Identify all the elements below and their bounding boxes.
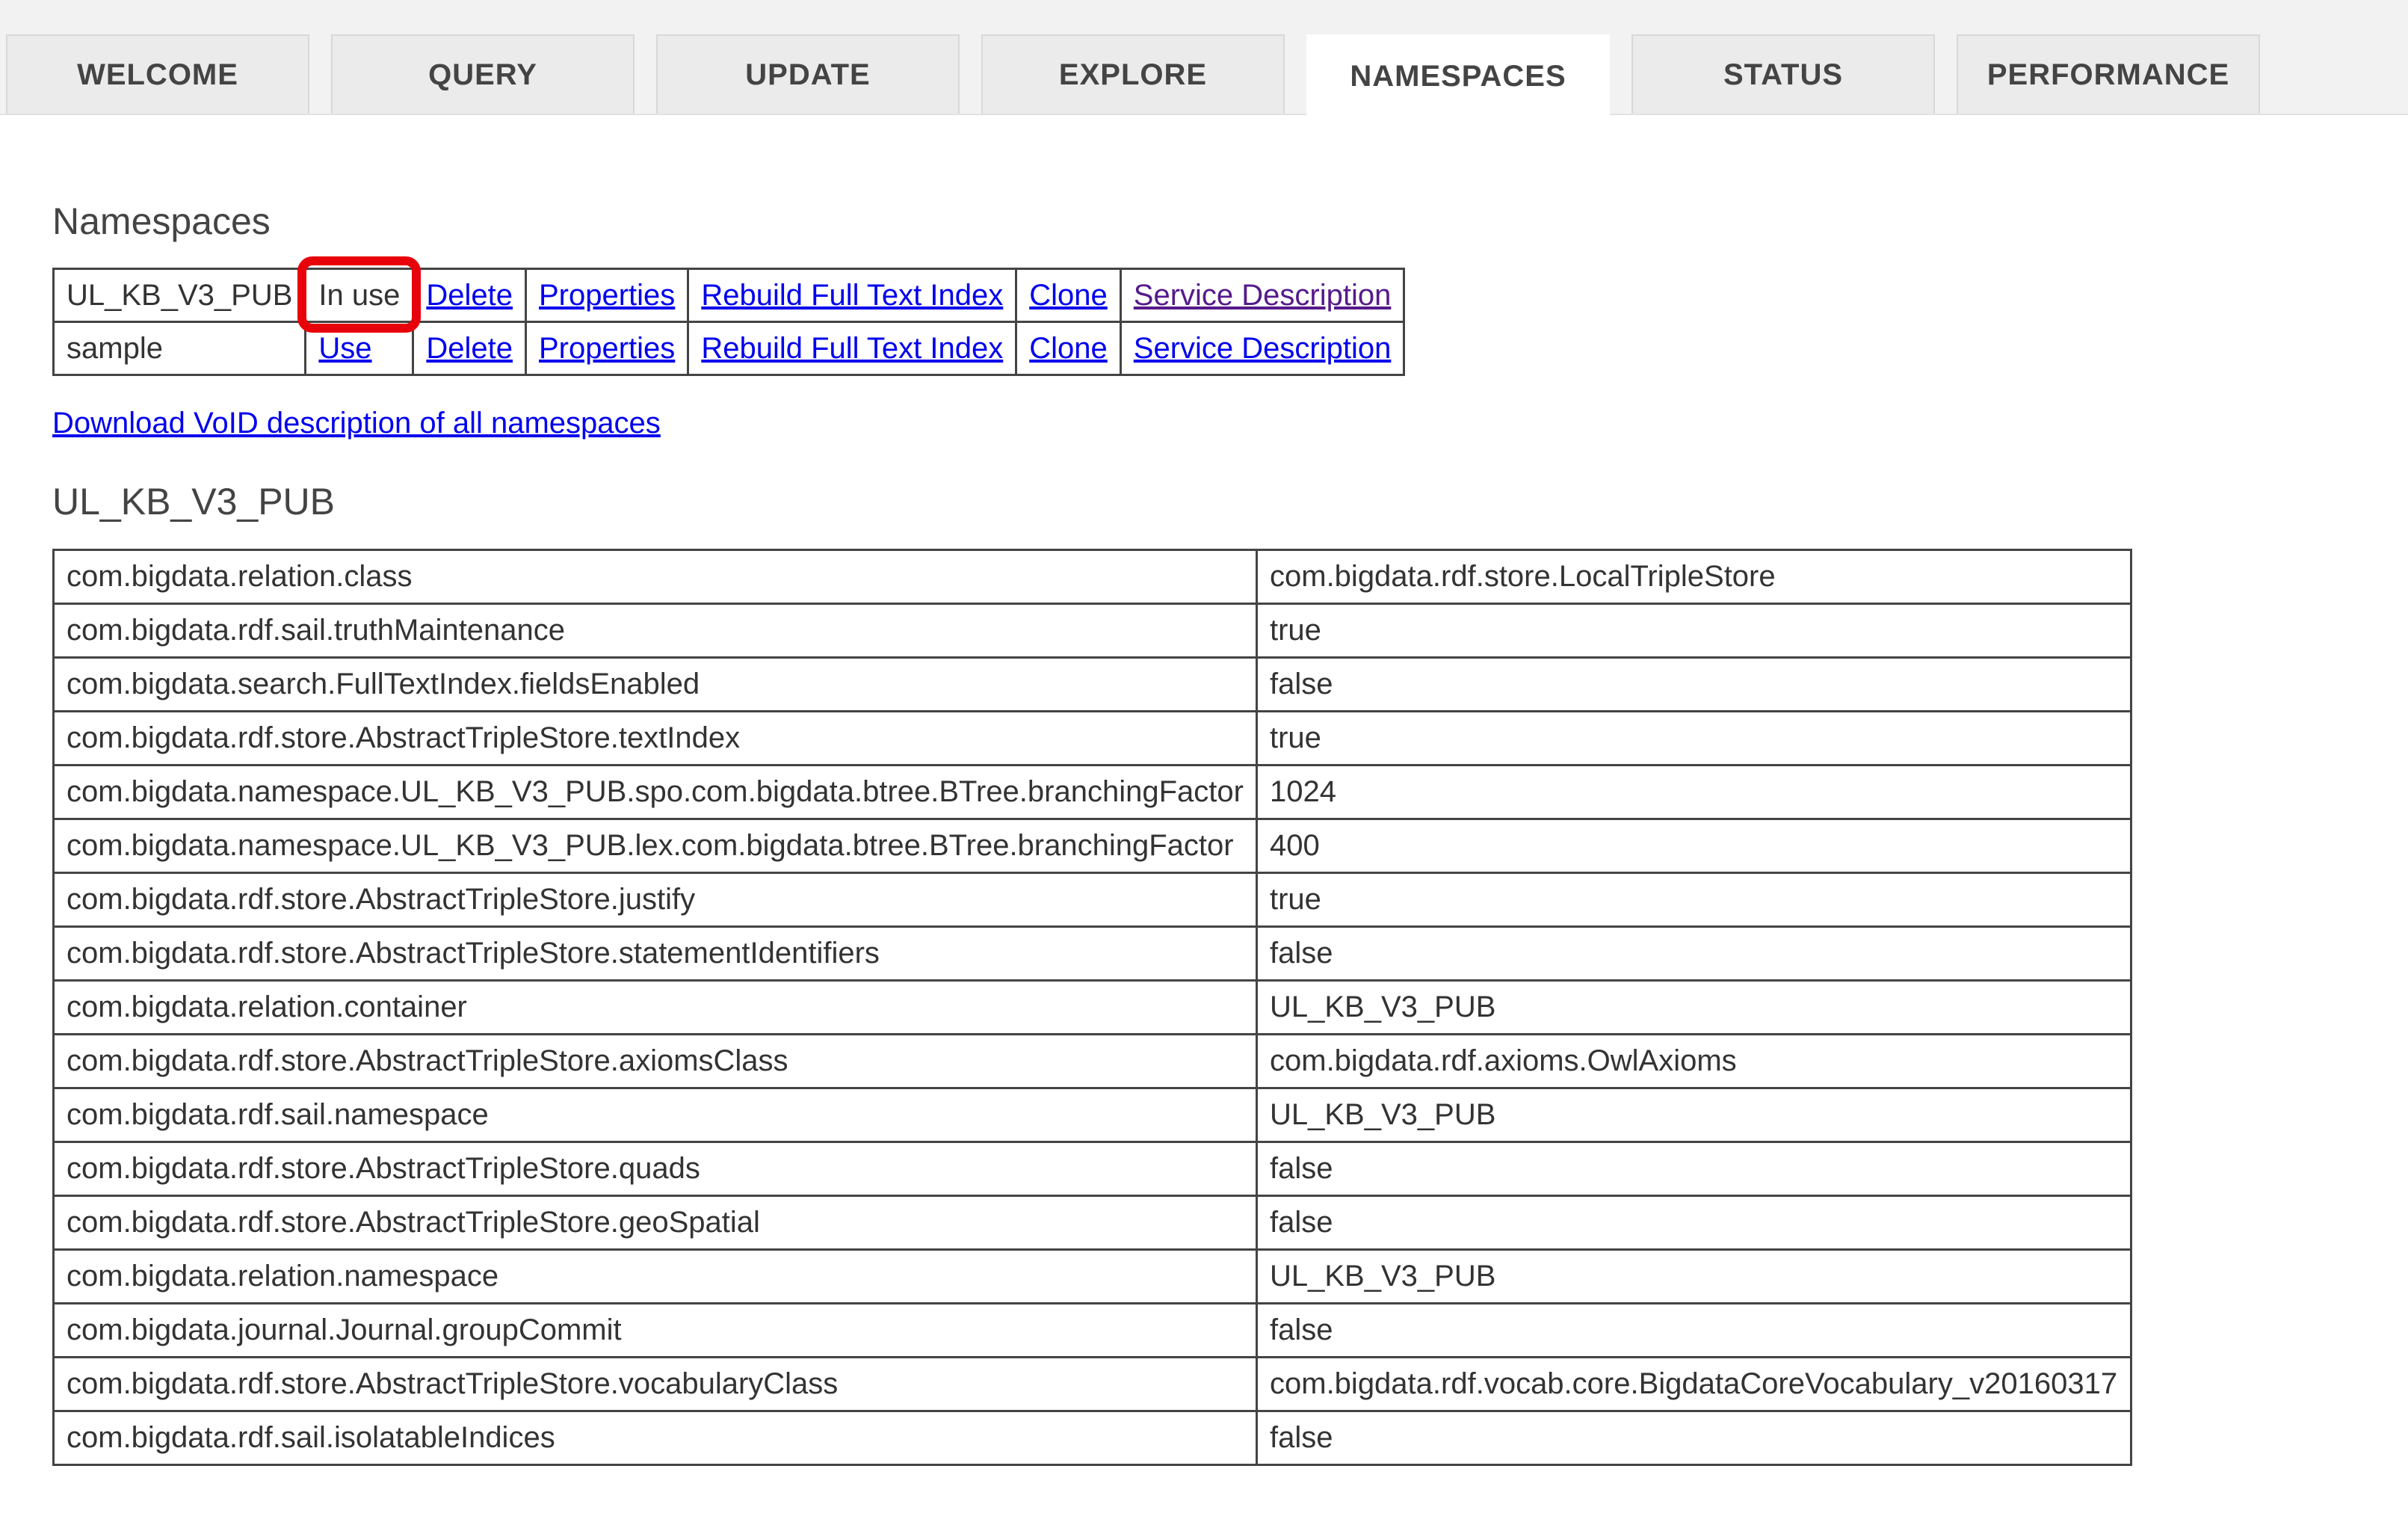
property-value: false bbox=[1256, 1302, 2132, 1358]
tab-bar: WELCOME QUERY UPDATE EXPLORE NAMESPACES … bbox=[0, 0, 2408, 117]
property-value: true bbox=[1256, 710, 2132, 766]
tab-query[interactable]: QUERY bbox=[331, 34, 635, 114]
property-key: com.bigdata.rdf.store.AbstractTripleStor… bbox=[52, 872, 1258, 928]
property-key: com.bigdata.rdf.store.AbstractTripleStor… bbox=[52, 710, 1258, 766]
property-value: UL_KB_V3_PUB bbox=[1256, 1248, 2132, 1304]
table-row: com.bigdata.rdf.store.AbstractTripleStor… bbox=[52, 925, 2132, 982]
table-row: com.bigdata.rdf.store.AbstractTripleStor… bbox=[52, 1033, 2132, 1089]
property-key: com.bigdata.rdf.store.AbstractTripleStor… bbox=[52, 1356, 1258, 1412]
property-key: com.bigdata.rdf.store.AbstractTripleStor… bbox=[52, 1033, 1258, 1089]
property-key: com.bigdata.relation.namespace bbox=[52, 1248, 1258, 1304]
property-key: com.bigdata.rdf.sail.truthMaintenance bbox=[52, 603, 1258, 659]
rebuild-index-link[interactable]: Rebuild Full Text Index bbox=[701, 332, 1003, 365]
clone-link[interactable]: Clone bbox=[1029, 332, 1108, 365]
table-row: com.bigdata.namespace.UL_KB_V3_PUB.lex.c… bbox=[52, 818, 2132, 874]
rebuild-index-link[interactable]: Rebuild Full Text Index bbox=[701, 279, 1003, 312]
table-row: com.bigdata.rdf.store.AbstractTripleStor… bbox=[52, 872, 2132, 928]
namespaces-table: UL_KB_V3_PUB In use Delete Properties Re… bbox=[52, 256, 1406, 376]
property-value: false bbox=[1256, 1141, 2132, 1197]
use-link[interactable]: Use bbox=[318, 332, 371, 365]
property-value: false bbox=[1256, 925, 2132, 982]
table-row: com.bigdata.relation.namespace UL_KB_V3_P… bbox=[52, 1248, 2132, 1304]
table-row: com.bigdata.rdf.store.AbstractTripleStor… bbox=[52, 1356, 2132, 1412]
property-value: UL_KB_V3_PUB bbox=[1256, 979, 2132, 1035]
table-row: com.bigdata.relation.container UL_KB_V3_P… bbox=[52, 979, 2132, 1035]
namespace-name: sample bbox=[52, 321, 307, 376]
property-value: false bbox=[1256, 1410, 2132, 1466]
clone-link[interactable]: Clone bbox=[1029, 279, 1108, 312]
properties-table: com.bigdata.relation.class com.bigdata.rd… bbox=[52, 549, 2132, 1466]
property-value: false bbox=[1256, 1195, 2132, 1251]
table-row: com.bigdata.search.FullTextIndex.fieldsE… bbox=[52, 656, 2132, 712]
table-row: com.bigdata.namespace.UL_KB_V3_PUB.spo.c… bbox=[52, 764, 2132, 820]
property-key: com.bigdata.namespace.UL_KB_V3_PUB.lex.c… bbox=[52, 818, 1258, 874]
property-value: 400 bbox=[1256, 818, 2132, 874]
namespaces-heading: Namespaces bbox=[52, 200, 271, 242]
delete-link[interactable]: Delete bbox=[426, 332, 513, 365]
tab-explore[interactable]: EXPLORE bbox=[981, 34, 1285, 114]
tab-welcome[interactable]: WELCOME bbox=[6, 34, 309, 114]
property-key: com.bigdata.rdf.store.AbstractTripleStor… bbox=[52, 1195, 1258, 1251]
tab-status[interactable]: STATUS bbox=[1631, 34, 1935, 114]
namespace-row: UL_KB_V3_PUB In use Delete Properties Re… bbox=[52, 256, 1406, 333]
table-row: com.bigdata.journal.Journal.groupCommit f… bbox=[52, 1302, 2132, 1358]
property-value: true bbox=[1256, 872, 2132, 928]
properties-heading: UL_KB_V3_PUB bbox=[52, 481, 336, 523]
property-value: false bbox=[1256, 656, 2132, 712]
property-key: com.bigdata.rdf.store.AbstractTripleStor… bbox=[52, 925, 1258, 982]
property-key: com.bigdata.rdf.store.AbstractTripleStor… bbox=[52, 1141, 1258, 1197]
table-row: com.bigdata.rdf.store.AbstractTripleStor… bbox=[52, 710, 2132, 766]
property-value: true bbox=[1256, 603, 2132, 659]
property-value: 1024 bbox=[1256, 764, 2132, 820]
table-row: com.bigdata.relation.class com.bigdata.rd… bbox=[52, 549, 2132, 605]
properties-link[interactable]: Properties bbox=[539, 332, 675, 365]
delete-link[interactable]: Delete bbox=[426, 279, 513, 312]
property-key: com.bigdata.search.FullTextIndex.fieldsE… bbox=[52, 656, 1258, 712]
property-key: com.bigdata.rdf.sail.namespace bbox=[52, 1087, 1258, 1143]
property-key: com.bigdata.namespace.UL_KB_V3_PUB.spo.c… bbox=[52, 764, 1258, 820]
service-description-link[interactable]: Service Description bbox=[1134, 279, 1392, 312]
namespace-row: sample Use Delete Properties Rebuild Ful… bbox=[52, 321, 1406, 376]
service-description-link[interactable]: Service Description bbox=[1134, 332, 1392, 365]
property-key: com.bigdata.relation.class bbox=[52, 549, 1258, 605]
table-row: com.bigdata.rdf.sail.isolatableIndices fa… bbox=[52, 1410, 2132, 1466]
properties-link[interactable]: Properties bbox=[539, 279, 675, 312]
download-void-link[interactable]: Download VoID description of all namespa… bbox=[52, 407, 661, 440]
table-row: com.bigdata.rdf.store.AbstractTripleStor… bbox=[52, 1195, 2132, 1251]
property-value: com.bigdata.rdf.axioms.OwlAxioms bbox=[1256, 1033, 2132, 1089]
table-row: com.bigdata.rdf.store.AbstractTripleStor… bbox=[52, 1141, 2132, 1197]
property-value: UL_KB_V3_PUB bbox=[1256, 1087, 2132, 1143]
property-key: com.bigdata.rdf.sail.isolatableIndices bbox=[52, 1410, 1258, 1466]
property-key: com.bigdata.relation.container bbox=[52, 979, 1258, 1035]
table-row: com.bigdata.rdf.sail.truthMaintenance tru… bbox=[52, 603, 2132, 659]
table-row: com.bigdata.rdf.sail.namespace UL_KB_V3_P… bbox=[52, 1087, 2132, 1143]
in-use-label: In use bbox=[318, 278, 401, 312]
tab-update[interactable]: UPDATE bbox=[656, 34, 960, 114]
tab-namespaces[interactable]: NAMESPACES bbox=[1306, 34, 1610, 117]
property-value: com.bigdata.rdf.vocab.core.BigdataCoreVo… bbox=[1256, 1356, 2132, 1412]
property-key: com.bigdata.journal.Journal.groupCommit bbox=[52, 1302, 1258, 1358]
namespace-status-cell: In use bbox=[297, 256, 422, 333]
namespace-name: UL_KB_V3_PUB bbox=[52, 268, 307, 323]
tab-performance[interactable]: PERFORMANCE bbox=[1957, 34, 2260, 114]
property-value: com.bigdata.rdf.store.LocalTripleStore bbox=[1256, 549, 2132, 605]
